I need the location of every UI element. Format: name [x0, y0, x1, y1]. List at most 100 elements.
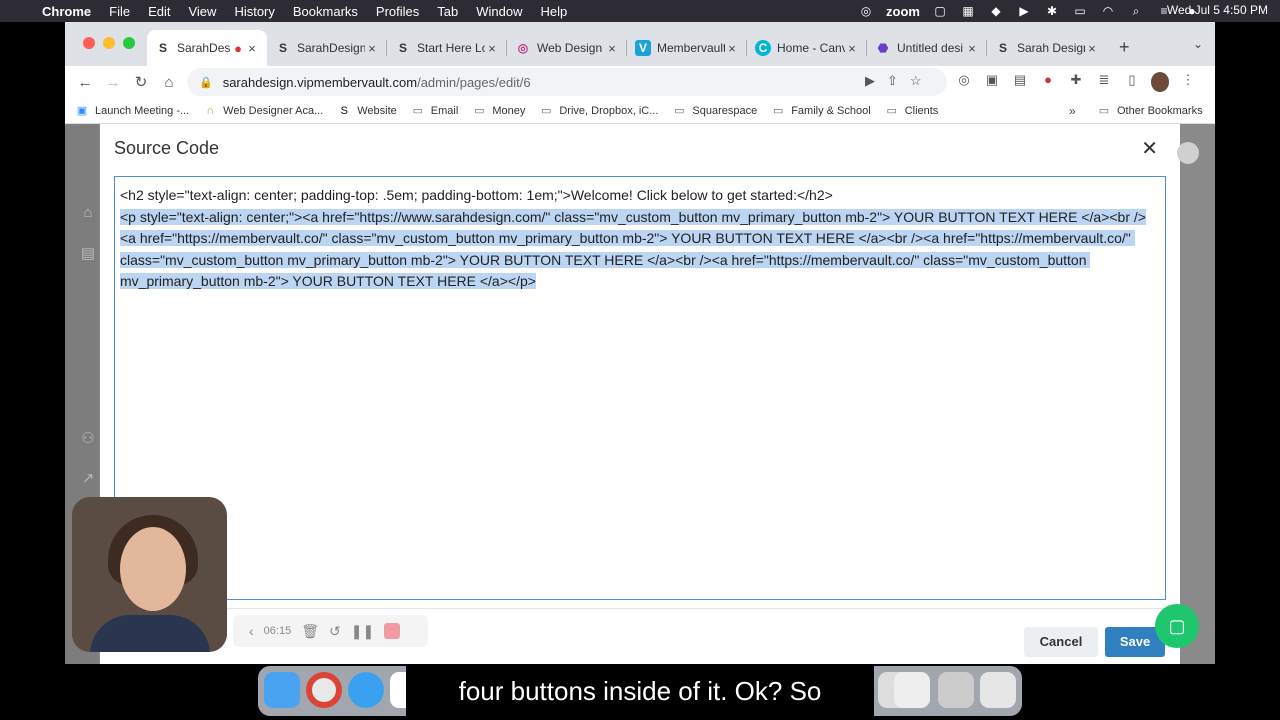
battery-icon[interactable]: ▭	[1072, 4, 1088, 18]
bookmark-email[interactable]: ▭ Email	[411, 104, 459, 118]
restart-icon[interactable]: ↺	[329, 623, 341, 640]
profile-avatar[interactable]	[1177, 142, 1199, 164]
chevron-left-icon[interactable]: ‹	[249, 623, 254, 639]
zoom-status[interactable]: zoom	[886, 4, 920, 19]
users-icon[interactable]: ⚇	[79, 429, 97, 447]
menu-tab[interactable]: Tab	[428, 4, 467, 19]
menu-app-chrome[interactable]: Chrome	[40, 4, 100, 19]
bookmark-family-school[interactable]: ▭ Family & School	[771, 104, 871, 118]
source-code-textarea[interactable]: <h2 style="text-align: center; padding-t…	[114, 176, 1166, 600]
close-tab-icon[interactable]: ×	[965, 41, 979, 56]
archive-icon[interactable]: ▤	[79, 244, 97, 262]
menu-edit[interactable]: Edit	[139, 4, 179, 19]
screenshot-app-icon[interactable]	[894, 672, 930, 708]
tab-canva[interactable]: C Home - Canva ×	[747, 30, 867, 66]
home-icon[interactable]: ⌂	[79, 204, 97, 221]
bookmark-website[interactable]: S Website	[337, 105, 397, 117]
pause-icon[interactable]: ❚❚	[351, 623, 374, 640]
tab-search-chevron-icon[interactable]: ⌄	[1193, 37, 1203, 51]
instagram-icon: ◎	[517, 41, 529, 55]
zoom-window-button[interactable]	[123, 37, 135, 49]
bookmarks-overflow-button[interactable]: »	[1069, 104, 1076, 118]
creative-cloud-icon[interactable]: ◎	[858, 4, 874, 18]
close-icon[interactable]: ✕	[1141, 136, 1158, 161]
tab-sarahdesign[interactable]: S SarahDesign ×	[267, 30, 387, 66]
analytics-icon[interactable]: ↗	[79, 469, 97, 487]
close-tab-icon[interactable]: ×	[485, 41, 499, 56]
camera-blocked-icon[interactable]: ▶	[865, 73, 875, 89]
folder-icon: ▭	[474, 105, 485, 117]
bookmark-launch-meeting[interactable]: ▣ Launch Meeting -...	[75, 104, 189, 118]
page-overlay: ⌂ ▤ ⚇ ↗ Source Code ✕ <h2 style="text-al…	[65, 124, 1215, 664]
reading-list-icon[interactable]: ≣	[1095, 72, 1113, 92]
cancel-button[interactable]: Cancel	[1024, 627, 1098, 657]
tab-membervault[interactable]: V Membervault ×	[627, 30, 747, 66]
close-window-button[interactable]	[83, 37, 95, 49]
clock[interactable]: Wed Jul 5 4:50 PM	[1167, 3, 1268, 17]
bookmark-money[interactable]: ▭ Money	[472, 104, 525, 118]
tab-start-here[interactable]: S Start Here Lo ×	[387, 30, 507, 66]
other-bookmarks[interactable]: ▭ Other Bookmarks	[1097, 104, 1203, 118]
grammarly-icon[interactable]: ◎	[955, 72, 973, 92]
downloads-icon[interactable]	[938, 672, 974, 708]
tab-web-design[interactable]: ◎ Web Design ×	[507, 30, 627, 66]
share-icon[interactable]: ⇧	[887, 73, 898, 89]
layout-icon[interactable]: ▦	[960, 4, 976, 18]
close-tab-icon[interactable]: ×	[845, 41, 859, 56]
close-tab-icon[interactable]: ×	[605, 41, 619, 56]
minimize-window-button[interactable]	[103, 37, 115, 49]
more-menu-icon[interactable]: ⋮	[1179, 72, 1197, 92]
tab-untitled-design[interactable]: ⬣ Untitled desi ×	[867, 30, 987, 66]
tab-label: SarahDesign	[177, 41, 231, 55]
bookmark-clients[interactable]: ▭ Clients	[885, 104, 938, 118]
squarespace-icon: S	[998, 41, 1007, 55]
home-icon[interactable]: ⌂	[155, 74, 183, 91]
tab-label: Start Here Lo	[417, 41, 485, 55]
screenshot-icon[interactable]: ▣	[983, 72, 1001, 92]
tab-sarahdesign-active[interactable]: S SarahDesign ● ×	[147, 30, 267, 66]
menu-history[interactable]: History	[225, 4, 283, 19]
address-bar[interactable]: 🔒 sarahdesign.vipmembervault.com/admin/p…	[187, 68, 947, 96]
close-tab-icon[interactable]: ×	[365, 41, 379, 56]
bluetooth-icon[interactable]: ✱	[1044, 4, 1060, 18]
tab-sarah-design[interactable]: S Sarah Design ×	[987, 30, 1107, 66]
chrome-icon[interactable]	[306, 672, 342, 708]
new-tab-button[interactable]: +	[1119, 37, 1130, 58]
finder-icon[interactable]	[264, 672, 300, 708]
extensions-puzzle-icon[interactable]: ✚	[1067, 72, 1085, 92]
safari-icon[interactable]	[348, 672, 384, 708]
app-icon[interactable]: ◆	[988, 4, 1004, 18]
stop-icon[interactable]	[384, 623, 401, 639]
trash-icon[interactable]	[980, 672, 1016, 708]
tab-label: Membervault	[657, 41, 725, 55]
record-icon[interactable]: ●	[1039, 72, 1057, 92]
play-icon[interactable]: ▶	[1016, 4, 1032, 18]
side-panel-icon[interactable]: ▯	[1123, 72, 1141, 92]
trash-icon[interactable]: 🗑	[301, 623, 319, 640]
menu-view[interactable]: View	[179, 4, 225, 19]
menu-help[interactable]: Help	[532, 4, 577, 19]
lock-icon[interactable]: 🔒	[199, 76, 213, 89]
menu-file[interactable]: File	[100, 4, 139, 19]
folder-icon[interactable]: ▢	[932, 4, 948, 18]
bookmark-star-icon[interactable]: ☆	[910, 73, 922, 89]
menu-window[interactable]: Window	[467, 4, 531, 19]
close-tab-icon[interactable]: ×	[245, 41, 259, 56]
search-icon[interactable]: ⌕	[1128, 4, 1144, 18]
profile-avatar[interactable]	[1151, 72, 1169, 92]
bookmark-squarespace[interactable]: ▭ Squarespace	[672, 104, 757, 118]
menu-profiles[interactable]: Profiles	[367, 4, 428, 19]
back-arrow-icon[interactable]: ←	[71, 74, 99, 91]
close-tab-icon[interactable]: ×	[1085, 41, 1099, 56]
calendar-icon[interactable]: ▤	[1011, 72, 1029, 92]
video-border-left	[0, 22, 65, 720]
close-tab-icon[interactable]: ×	[725, 41, 739, 56]
bookmark-drive[interactable]: ▭ Drive, Dropbox, iC...	[539, 104, 658, 118]
wifi-icon[interactable]: ◠	[1100, 4, 1116, 18]
chat-icon[interactable]: ▢	[1155, 604, 1199, 648]
menu-bookmarks[interactable]: Bookmarks	[284, 4, 367, 19]
selected-code: <p style="text-align: center;"><a href="…	[120, 208, 1146, 289]
reload-icon[interactable]: ↻	[127, 73, 155, 91]
bookmark-web-designer[interactable]: ∩ Web Designer Aca...	[203, 105, 323, 117]
forward-arrow-icon[interactable]: →	[99, 74, 127, 91]
